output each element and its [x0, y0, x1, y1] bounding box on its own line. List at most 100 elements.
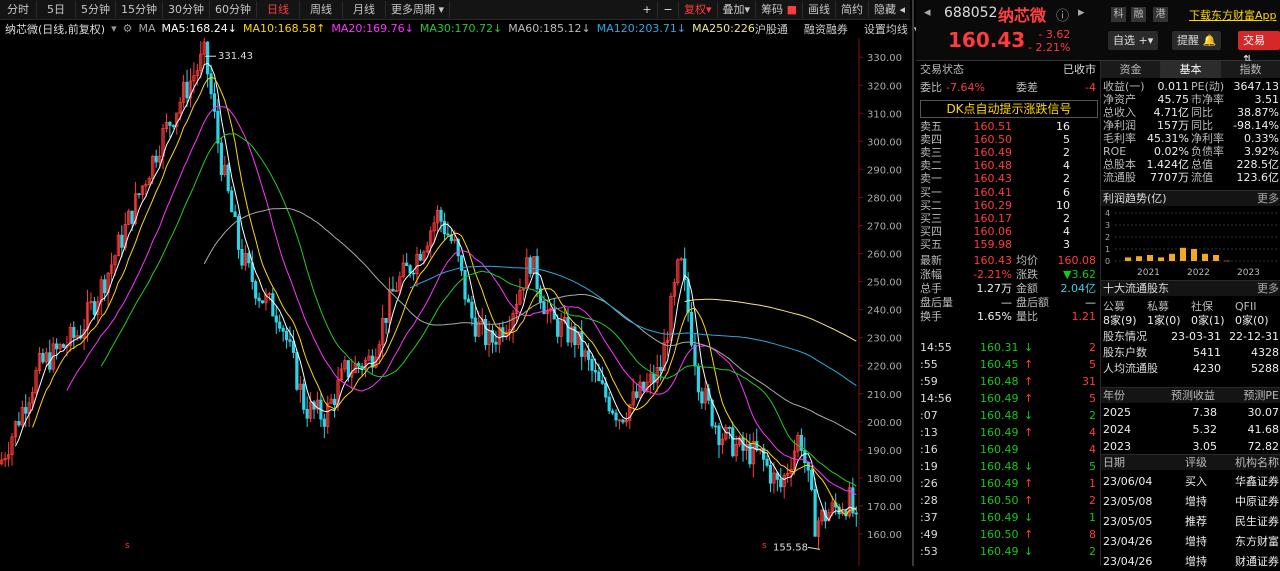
holders-more-link[interactable]: 更多: [1257, 281, 1279, 296]
tick-time: :28: [920, 494, 938, 507]
fund-row: 总收入 4.71亿 同比 38.87%: [1103, 107, 1280, 119]
profit-more-link[interactable]: 更多: [1257, 191, 1279, 206]
hugutong-link[interactable]: 沪股通: [755, 21, 788, 37]
tick-row: :19 160.48 ↓ 5: [920, 459, 1098, 474]
period-5min[interactable]: 5分钟: [76, 1, 116, 18]
fund-row: 毛利率 45.31% 净利率 0.33%: [1103, 133, 1280, 145]
draw-line-button[interactable]: 画线: [803, 1, 836, 18]
y-tick-label: 240.00: [867, 306, 902, 317]
more-periods-button[interactable]: 更多周期 ▾: [386, 1, 451, 18]
hide-button[interactable]: 隐藏 ◂: [869, 1, 910, 18]
candle-body: [305, 408, 309, 419]
period-fenshi[interactable]: 分时: [0, 1, 37, 18]
chouma-button[interactable]: 筹码 ■: [756, 1, 803, 18]
tick-time: :16: [920, 443, 938, 456]
stat-value: 1.27万: [976, 282, 1013, 295]
period-daily[interactable]: 日线: [257, 1, 300, 18]
candle-body: [209, 73, 213, 95]
candle-body: [154, 155, 158, 163]
tick-price: 160.49: [980, 477, 1019, 490]
fund-label: 负债率: [1191, 145, 1224, 158]
tick-row: :55 160.45 ↑ 5: [920, 357, 1098, 372]
candle-body: [72, 327, 76, 338]
fuquan-button[interactable]: 复权▾: [679, 1, 718, 18]
tag-rong[interactable]: 融: [1131, 7, 1146, 22]
trade-status-row: 交易状态 已收市: [920, 63, 1098, 76]
zoom-in-button[interactable]: +: [637, 1, 658, 18]
rating-date: 23/05/08: [1103, 495, 1153, 508]
overlay-button[interactable]: 叠加▾: [718, 1, 757, 18]
info-icon[interactable]: ⓘ: [1056, 5, 1069, 24]
period-5day[interactable]: 5日: [37, 1, 76, 18]
ask-volume: 2: [1063, 172, 1070, 185]
dk-signal-link[interactable]: DK点自动提示涨跌信号: [920, 100, 1098, 118]
ma20-line: [66, 105, 857, 496]
profit-y-label: 0: [1105, 257, 1110, 266]
add-watchlist-button[interactable]: 自选 +▾: [1108, 31, 1159, 50]
profit-bar: [1191, 249, 1197, 261]
weicha-label: 委差: [1016, 81, 1038, 94]
forecast-eps: 7.38: [1192, 406, 1218, 419]
period-15min[interactable]: 15分钟: [116, 1, 163, 18]
weibi-value: -7.64%: [946, 81, 985, 94]
candle-body: [779, 478, 783, 488]
bid-row: 买一 160.41 6: [920, 186, 1098, 199]
period-monthly[interactable]: 月线: [343, 1, 386, 18]
candle-body: [466, 298, 471, 303]
tab-index[interactable]: 指数: [1221, 61, 1280, 78]
candle-body: [92, 301, 96, 315]
last-price: 160.43: [948, 28, 1026, 52]
tag-gang[interactable]: 港: [1153, 7, 1168, 22]
trade-button[interactable]: 交易 ⇅: [1238, 31, 1280, 66]
dropdown-icon[interactable]: ▾: [111, 22, 117, 35]
kline-svg[interactable]: 330.00 320.00 310.00 300.00 290.00 280.00 270.…: [0, 33, 910, 566]
ratings-header: 日期 评级 机构名称: [1101, 454, 1280, 470]
fund-value: 3.51: [1254, 93, 1280, 106]
period-weekly[interactable]: 周线: [300, 1, 343, 18]
forecast-row: 2024 5.32 41.68: [1103, 422, 1280, 437]
tick-volume: 2: [1089, 341, 1096, 354]
candle-body: [233, 211, 237, 217]
prev-stock-icon[interactable]: ◂: [924, 5, 931, 20]
tab-capital[interactable]: 资金: [1101, 61, 1161, 78]
kline-chart[interactable]: 330.00 320.00 310.00 300.00 290.00 280.00 270.…: [0, 33, 910, 566]
candle-body: [226, 164, 230, 192]
candle-body: [614, 412, 618, 421]
download-app-link[interactable]: 下载东方财富App: [1189, 7, 1277, 23]
period-30min[interactable]: 30分钟: [163, 1, 210, 18]
rating-date: 23/04/26: [1103, 535, 1153, 548]
tab-basic[interactable]: 基本: [1161, 61, 1221, 78]
zoom-out-button[interactable]: −: [658, 1, 679, 18]
holder-stat-row: 人均流通股 4230 5288: [1103, 363, 1280, 375]
profit-bar: [1224, 260, 1230, 262]
y-tick-label: 210.00: [867, 390, 902, 401]
tick-arrow-icon: ↓: [1024, 460, 1034, 473]
stock-code: 688052: [944, 5, 998, 21]
ma20-value: MA20:169.76↓: [331, 22, 414, 35]
candle-body: [806, 462, 810, 471]
ma60-value: MA60:185.12↓: [508, 22, 591, 35]
rating-row: 23/04/26 增持 财通证券: [1103, 553, 1280, 571]
tag-ke[interactable]: 科: [1111, 7, 1126, 22]
fund-value: 1.424亿: [1146, 158, 1190, 171]
dividend-marker-icon[interactable]: s: [762, 541, 767, 551]
margin-trading-link[interactable]: 融资融券: [804, 21, 848, 37]
candle-body: [281, 327, 285, 332]
fund-label: 净资产: [1103, 93, 1136, 106]
candle-body: [494, 341, 498, 345]
dividend-marker-icon[interactable]: s: [125, 541, 130, 551]
fund-value: 0.011: [1157, 80, 1190, 93]
tick-row: :37 160.49 ↓ 1: [920, 510, 1098, 525]
ask-row: 卖三 160.49 2: [920, 146, 1098, 159]
low-price-label: 155.58: [773, 542, 808, 553]
tick-price: 160.48: [980, 375, 1019, 388]
forecast-pe: 72.82: [1247, 440, 1280, 453]
period-60min[interactable]: 60分钟: [210, 1, 257, 18]
next-stock-icon[interactable]: ▸: [1078, 5, 1085, 20]
simple-mode-button[interactable]: 简约: [836, 1, 869, 18]
holder-stat-label: 股东户数: [1103, 346, 1147, 359]
alert-button[interactable]: 提醒 🔔: [1172, 31, 1222, 50]
panel-divider[interactable]: [912, 0, 914, 566]
gear-icon[interactable]: ⚙: [123, 22, 133, 35]
high-price-label: 331.43: [218, 51, 253, 62]
